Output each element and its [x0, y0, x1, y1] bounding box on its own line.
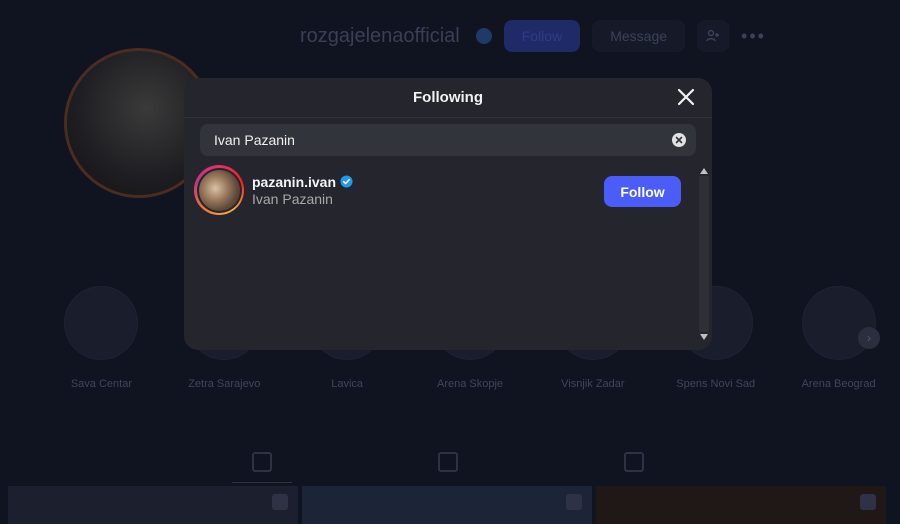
- profile-header: rozgajelenaofficial Follow Message •••: [300, 20, 766, 52]
- search-input[interactable]: [200, 124, 672, 156]
- post-thumbnail[interactable]: [596, 486, 886, 524]
- profile-follow-button[interactable]: Follow: [503, 20, 581, 52]
- scrollbar[interactable]: [696, 162, 712, 344]
- scroll-up-icon[interactable]: [700, 168, 708, 174]
- highlight-item[interactable]: Sava Centar: [40, 286, 163, 390]
- pin-icon: [566, 494, 582, 510]
- close-button[interactable]: [674, 85, 698, 109]
- avatar-photo: [198, 169, 240, 211]
- list-item[interactable]: pazanin.ivan Ivan Pazanin Follow: [184, 162, 704, 218]
- reels-icon[interactable]: [438, 452, 458, 472]
- avatar[interactable]: [194, 165, 244, 215]
- following-modal: Following pazanin.ivan: [184, 78, 712, 350]
- highlight-item[interactable]: Arena Beograd: [777, 286, 900, 390]
- add-person-icon[interactable]: [697, 20, 730, 52]
- highlight-label: Arena Skopje: [436, 378, 504, 390]
- full-name: Ivan Pazanin: [252, 190, 333, 207]
- chevron-right-icon[interactable]: ›: [858, 327, 880, 349]
- results-list: pazanin.ivan Ivan Pazanin Follow: [184, 162, 704, 342]
- highlight-label: Lavica: [331, 378, 364, 390]
- username-link[interactable]: pazanin.ivan: [252, 174, 336, 190]
- tagged-icon[interactable]: [624, 452, 644, 472]
- scroll-thumb[interactable]: [699, 176, 709, 332]
- clear-icon[interactable]: [675, 136, 683, 144]
- highlight-label: Zetra Sarajevo: [188, 378, 261, 390]
- highlight-label: Visnjik Zadar: [561, 378, 625, 390]
- message-button[interactable]: Message: [592, 20, 686, 52]
- active-tab-indicator: [232, 482, 292, 483]
- grid-icon[interactable]: [252, 452, 272, 472]
- pin-icon: [272, 494, 288, 510]
- avatar-border: [196, 167, 242, 213]
- more-options-icon[interactable]: •••: [741, 26, 766, 47]
- highlight-cover: [64, 286, 139, 360]
- post-grid: [8, 486, 886, 524]
- follow-button[interactable]: Follow: [604, 176, 681, 207]
- close-icon[interactable]: [677, 88, 695, 106]
- modal-title: Following: [413, 89, 483, 106]
- verified-icon: [340, 175, 353, 188]
- clear-search-button[interactable]: [672, 133, 686, 147]
- highlight-label: Arena Beograd: [801, 378, 876, 390]
- modal-header: Following: [184, 78, 712, 118]
- reel-icon: [860, 494, 876, 510]
- highlight-label: Sava Centar: [70, 378, 132, 390]
- highlight-label: Spens Novi Sad: [676, 378, 756, 390]
- username-line: pazanin.ivan: [252, 174, 353, 190]
- profile-username: rozgajelenaofficial: [300, 24, 460, 47]
- verified-icon: [475, 28, 492, 44]
- post-thumbnail[interactable]: [8, 486, 298, 524]
- highlight-cover: [801, 286, 876, 360]
- search-box: [200, 124, 696, 156]
- post-thumbnail[interactable]: [302, 486, 592, 524]
- user-info: pazanin.ivan Ivan Pazanin: [252, 174, 353, 207]
- scroll-down-icon[interactable]: [700, 334, 708, 340]
